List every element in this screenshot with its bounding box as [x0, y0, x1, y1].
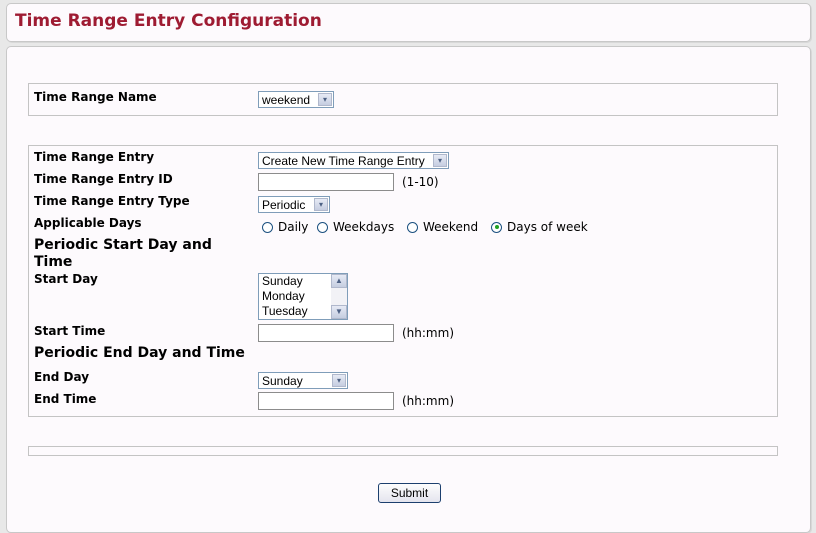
time-range-name-label: Time Range Name: [34, 90, 157, 104]
end-day-select[interactable]: Sunday ▾: [258, 372, 348, 389]
time-range-entry-label: Time Range Entry: [34, 150, 155, 164]
start-time-input[interactable]: [258, 324, 394, 342]
chevron-down-icon: ▾: [314, 198, 328, 211]
radio-daily[interactable]: Daily: [262, 220, 308, 234]
time-range-entry-type-label: Time Range Entry Type: [34, 194, 190, 208]
chevron-down-icon: ▾: [318, 93, 332, 106]
periodic-start-header: Periodic Start Day and Time: [34, 237, 212, 270]
end-day-value: Sunday: [262, 374, 303, 388]
time-range-name-section: Time Range Name weekend ▾: [28, 83, 778, 116]
applicable-days-label: Applicable Days: [34, 216, 142, 230]
page-title: Time Range Entry Configuration: [15, 11, 322, 31]
listbox-scrollbar[interactable]: ▲ ▼: [331, 274, 347, 319]
time-range-entry-value: Create New Time Range Entry: [262, 154, 425, 168]
time-range-entry-type-select[interactable]: Periodic ▾: [258, 196, 330, 213]
time-range-entry-id-label: Time Range Entry ID: [34, 172, 173, 186]
time-range-name-value: weekend: [262, 93, 311, 107]
end-time-format-hint: (hh:mm): [402, 394, 454, 408]
time-range-name-select[interactable]: weekend ▾: [258, 91, 334, 108]
radio-days-of-week[interactable]: Days of week: [491, 220, 588, 234]
scroll-up-icon[interactable]: ▲: [331, 274, 347, 288]
radio-button-selected[interactable]: [491, 221, 502, 233]
radio-button[interactable]: [262, 221, 273, 233]
chevron-down-icon: ▾: [332, 374, 346, 387]
time-range-entry-id-input[interactable]: [258, 173, 394, 191]
submit-button[interactable]: Submit: [378, 483, 441, 503]
scroll-down-icon[interactable]: ▼: [331, 305, 347, 319]
time-range-entry-type-value: Periodic: [262, 198, 306, 212]
radio-daily-label: Daily: [278, 220, 309, 234]
title-panel: Time Range Entry Configuration: [6, 3, 811, 42]
radio-button[interactable]: [317, 221, 328, 233]
time-range-entry-section: Time Range Entry Create New Time Range E…: [28, 145, 778, 417]
start-day-label: Start Day: [34, 272, 98, 286]
start-time-label: Start Time: [34, 324, 106, 338]
time-range-entry-select[interactable]: Create New Time Range Entry ▾: [258, 152, 449, 169]
entry-id-range-hint: (1-10): [402, 175, 439, 189]
radio-days-of-week-label: Days of week: [507, 220, 588, 234]
radio-button[interactable]: [407, 221, 418, 233]
chevron-down-icon: ▾: [433, 154, 447, 167]
end-time-label: End Time: [34, 392, 97, 406]
periodic-end-header: Periodic End Day and Time: [34, 345, 245, 361]
end-day-label: End Day: [34, 370, 90, 384]
end-time-input[interactable]: [258, 392, 394, 410]
start-time-format-hint: (hh:mm): [402, 326, 454, 340]
start-day-listbox[interactable]: Sunday Monday Tuesday ▲ ▼: [258, 273, 348, 320]
radio-weekend-label: Weekend: [423, 220, 479, 234]
empty-table-section: [28, 446, 778, 456]
main-panel: Time Range Name weekend ▾ Time Range Ent…: [6, 46, 811, 533]
radio-weekdays[interactable]: Weekdays: [317, 220, 394, 234]
radio-weekend[interactable]: Weekend: [407, 220, 478, 234]
radio-weekdays-label: Weekdays: [333, 220, 395, 234]
